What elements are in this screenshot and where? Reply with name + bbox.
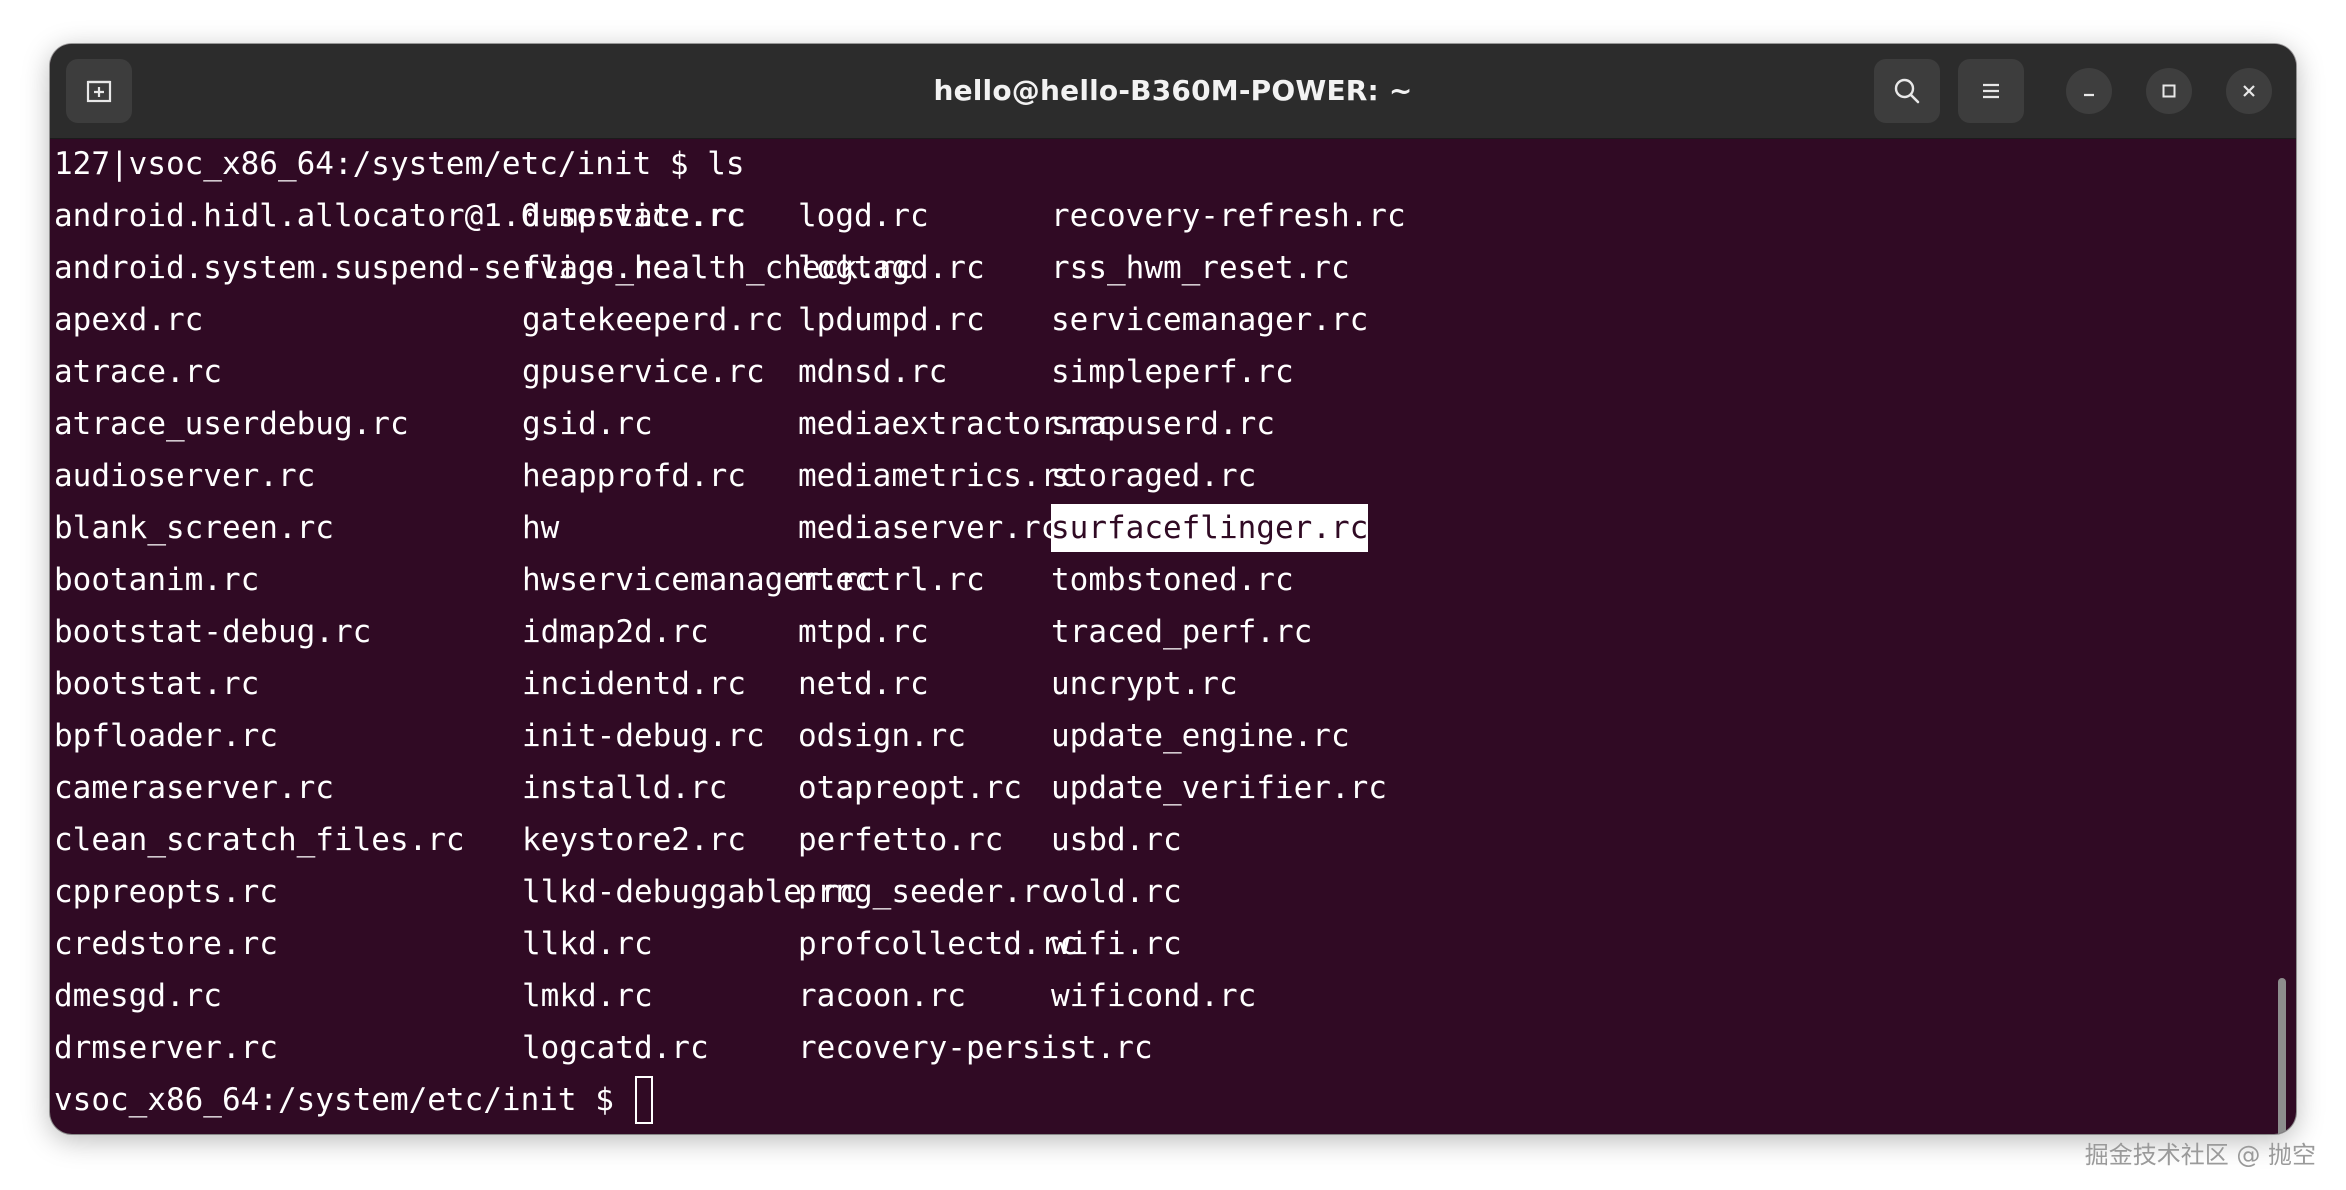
ls-entry: otapreopt.rc bbox=[798, 770, 1022, 806]
close-icon bbox=[2243, 85, 2255, 97]
minimize-icon bbox=[2084, 93, 2094, 97]
ls-entry: heapprofd.rc bbox=[522, 458, 746, 494]
new-tab-button[interactable] bbox=[66, 59, 132, 123]
ls-entry: installd.rc bbox=[522, 770, 728, 806]
ls-entry: simpleperf.rc bbox=[1051, 354, 1294, 390]
ls-entry: lpdumpd.rc bbox=[798, 302, 985, 338]
scrollbar[interactable] bbox=[2278, 978, 2286, 1134]
watermark: 掘金技术社区 @ 抛空 bbox=[2084, 1141, 2316, 1169]
ls-entry: mdnsd.rc bbox=[798, 354, 948, 390]
ls-entry: snapuserd.rc bbox=[1051, 406, 1275, 442]
ls-entry: profcollectd.rc bbox=[798, 926, 1078, 962]
new-tab-icon bbox=[86, 80, 112, 103]
ls-entry: bootstat.rc bbox=[54, 666, 260, 702]
ls-entry: wifi.rc bbox=[1051, 926, 1182, 962]
ls-entry: traced_perf.rc bbox=[1051, 614, 1313, 650]
ls-entry: odsign.rc bbox=[798, 718, 966, 754]
ls-entry: cameraserver.rc bbox=[54, 770, 334, 806]
ls-entry: gsid.rc bbox=[522, 406, 653, 442]
maximize-button[interactable] bbox=[2146, 68, 2192, 114]
ls-entry: lmkd.rc bbox=[522, 978, 653, 1014]
ls-entry: idmap2d.rc bbox=[522, 614, 709, 650]
terminal-window: hello@hello-B360M-POWER: ~ 127|vsoc_x86_… bbox=[50, 44, 2296, 1134]
ls-entry: dmesgd.rc bbox=[54, 978, 222, 1014]
header-bar: hello@hello-B360M-POWER: ~ bbox=[50, 44, 2296, 139]
prompt-text: vsoc_x86_64:/system/etc/init $ bbox=[54, 1082, 633, 1118]
prompt-row[interactable]: vsoc_x86_64:/system/etc/init $ bbox=[54, 1076, 653, 1124]
ls-entry: drmserver.rc bbox=[54, 1030, 278, 1066]
ls-entry: gatekeeperd.rc bbox=[522, 302, 784, 338]
ls-entry: mediametrics.rc bbox=[798, 458, 1078, 494]
ls-entry: dumpstate.rc bbox=[522, 198, 746, 234]
ls-entry: logcatd.rc bbox=[522, 1030, 709, 1066]
ls-entry: vold.rc bbox=[1051, 874, 1182, 910]
ls-entry: mtpd.rc bbox=[798, 614, 929, 650]
ls-entry: racoon.rc bbox=[798, 978, 966, 1014]
ls-entry: rss_hwm_reset.rc bbox=[1051, 250, 1350, 286]
ls-entry: tombstoned.rc bbox=[1051, 562, 1294, 598]
ls-entry: init-debug.rc bbox=[522, 718, 765, 754]
text-cursor bbox=[634, 1076, 653, 1124]
ls-entry: uncrypt.rc bbox=[1051, 666, 1238, 702]
ls-entry: update_engine.rc bbox=[1051, 718, 1350, 754]
ls-entry: llkd.rc bbox=[522, 926, 653, 962]
ls-entry: perfetto.rc bbox=[798, 822, 1004, 858]
ls-entry: recovery-refresh.rc bbox=[1051, 198, 1406, 234]
terminal-output[interactable]: 127|vsoc_x86_64:/system/etc/init $ ls an… bbox=[50, 138, 2296, 1134]
ls-entry: usbd.rc bbox=[1051, 822, 1182, 858]
ls-entry: gpuservice.rc bbox=[522, 354, 765, 390]
ls-entry: credstore.rc bbox=[54, 926, 278, 962]
ls-entry: logtagd.rc bbox=[798, 250, 985, 286]
hamburger-menu-icon bbox=[1983, 83, 1999, 99]
search-icon bbox=[1894, 78, 1920, 104]
ls-entry: netd.rc bbox=[798, 666, 929, 702]
ls-entry: atrace.rc bbox=[54, 354, 222, 390]
ls-entry: apexd.rc bbox=[54, 302, 204, 338]
ls-entry: bootanim.rc bbox=[54, 562, 260, 598]
ls-entry: cppreopts.rc bbox=[54, 874, 278, 910]
ls-entry: mtectrl.rc bbox=[798, 562, 985, 598]
ls-entry: atrace_userdebug.rc bbox=[54, 406, 409, 442]
minimize-button[interactable] bbox=[2066, 68, 2112, 114]
ls-entry: mediaserver.rc bbox=[798, 510, 1060, 546]
ls-entry: hw bbox=[522, 510, 560, 546]
ls-entry: clean_scratch_files.rc bbox=[54, 822, 465, 858]
close-button[interactable] bbox=[2226, 68, 2272, 114]
ls-entry: audioserver.rc bbox=[54, 458, 316, 494]
ls-entry: bootstat-debug.rc bbox=[54, 614, 372, 650]
ls-entry: storaged.rc bbox=[1051, 458, 1257, 494]
ls-entry: update_verifier.rc bbox=[1051, 770, 1387, 806]
command-line: 127|vsoc_x86_64:/system/etc/init $ ls bbox=[54, 146, 745, 182]
ls-entry: servicemanager.rc bbox=[1051, 302, 1369, 338]
ls-entry: recovery-persist.rc bbox=[798, 1030, 1153, 1066]
ls-entry: blank_screen.rc bbox=[54, 510, 334, 546]
maximize-icon bbox=[2162, 84, 2176, 98]
ls-entry: incidentd.rc bbox=[522, 666, 746, 702]
ls-entry: keystore2.rc bbox=[522, 822, 746, 858]
ls-entry: logd.rc bbox=[798, 198, 929, 234]
menu-button[interactable] bbox=[1958, 59, 2024, 123]
ls-entry: bpfloader.rc bbox=[54, 718, 278, 754]
ls-entry: wificond.rc bbox=[1051, 978, 1257, 1014]
search-button[interactable] bbox=[1874, 59, 1940, 123]
ls-entry: prng_seeder.rc bbox=[798, 874, 1060, 910]
ls-entry-selected: surfaceflinger.rc bbox=[1051, 504, 1369, 552]
